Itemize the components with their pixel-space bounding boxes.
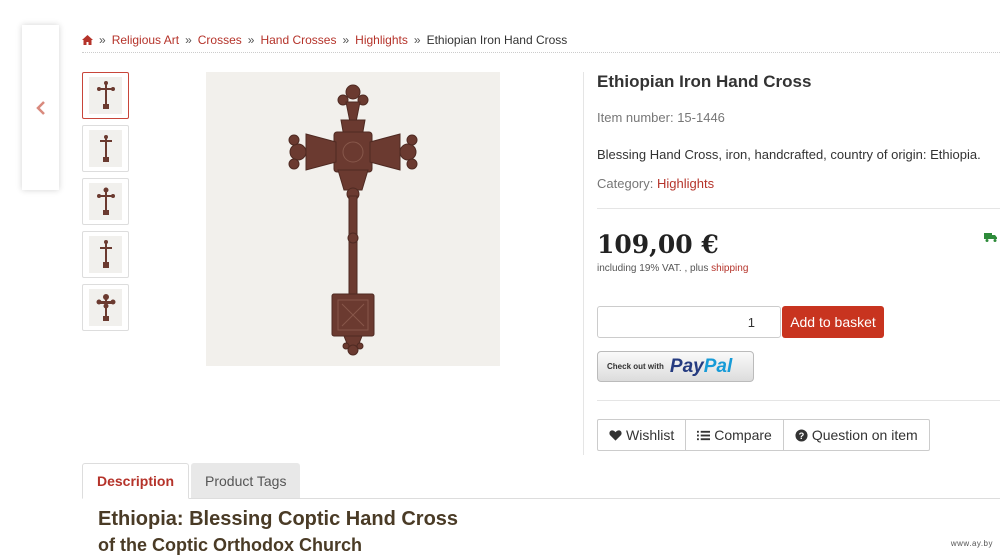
- vat-text: including 19% VAT. , plus: [597, 263, 712, 274]
- product-main-image[interactable]: [206, 72, 500, 366]
- compare-button[interactable]: Compare: [686, 420, 784, 450]
- description-heading: Ethiopia: Blessing Coptic Hand Cross: [98, 508, 459, 530]
- product-info: Ethiopian Iron Hand Cross Item number: 1…: [597, 72, 1000, 274]
- quantity-input[interactable]: [597, 306, 781, 338]
- breadcrumb-separator: »: [413, 33, 421, 47]
- info-divider: [597, 208, 1000, 209]
- breadcrumb-current: Ethiopian Iron Hand Cross: [426, 33, 568, 47]
- home-icon[interactable]: [82, 35, 93, 45]
- description-subheading: of the Coptic Orthodox Church: [98, 535, 362, 555]
- thumbnail-1[interactable]: [82, 72, 129, 119]
- tab-product-tags[interactable]: Product Tags: [191, 463, 301, 499]
- thumbnail-3[interactable]: [82, 178, 129, 225]
- question-icon: ?: [795, 428, 808, 442]
- compare-label: Compare: [714, 427, 772, 443]
- question-on-item-button[interactable]: ? Question on item: [784, 420, 929, 450]
- category: Category: Highlights: [597, 176, 1000, 191]
- tab-description[interactable]: Description: [82, 463, 190, 499]
- question-label: Question on item: [811, 427, 918, 443]
- thumbnail-list: [82, 72, 129, 337]
- hand-cross-image: [288, 84, 418, 356]
- wishlist-label: Wishlist: [626, 427, 675, 443]
- truck-icon: [984, 233, 997, 242]
- thumbnail-2[interactable]: [82, 125, 129, 172]
- add-to-basket-button[interactable]: Add to basket: [782, 306, 884, 338]
- chevron-left-icon: [35, 100, 45, 115]
- paypal-checkout-button[interactable]: Check out with PayPal: [597, 351, 754, 382]
- short-description: Blessing Hand Cross, iron, handcrafted, …: [597, 147, 981, 162]
- product-title: Ethiopian Iron Hand Cross: [597, 72, 812, 91]
- thumbnail-5[interactable]: [82, 284, 129, 331]
- product-price: 109,00 €: [597, 230, 719, 259]
- wishlist-button[interactable]: Wishlist: [598, 420, 687, 450]
- breadcrumb-separator: »: [247, 33, 255, 47]
- purchase-row: Add to basket: [597, 306, 884, 338]
- thumbnail-4[interactable]: [82, 231, 129, 278]
- breadcrumb-crosses[interactable]: Crosses: [198, 33, 242, 47]
- product-actions: Wishlist Compare ? Question on item: [597, 419, 930, 451]
- breadcrumb-separator: »: [99, 33, 106, 47]
- svg-text:?: ?: [798, 430, 804, 440]
- prev-product-tab[interactable]: [22, 25, 59, 190]
- paypal-prefix: Check out with: [607, 362, 664, 371]
- category-label: Category:: [597, 176, 657, 191]
- breadcrumb-divider: [82, 52, 1000, 53]
- breadcrumb-hand-crosses[interactable]: Hand Crosses: [260, 33, 336, 47]
- breadcrumb-separator: »: [185, 33, 192, 47]
- column-divider: [583, 72, 584, 455]
- item-number: Item number: 15-1446: [597, 110, 725, 125]
- breadcrumb: » Religious Art » Crosses » Hand Crosses…: [82, 33, 567, 47]
- breadcrumb-separator: »: [342, 33, 350, 47]
- category-link[interactable]: Highlights: [657, 176, 714, 191]
- compare-icon: [697, 429, 711, 441]
- tabs-divider: [82, 498, 1000, 499]
- breadcrumb-religious-art[interactable]: Religious Art: [112, 33, 179, 47]
- vat-note: including 19% VAT. , plus shipping: [597, 263, 1000, 274]
- paypal-logo: PayPal: [669, 355, 733, 377]
- actions-divider: [597, 400, 1000, 401]
- breadcrumb-highlights[interactable]: Highlights: [355, 33, 408, 47]
- product-tabs: Description Product Tags: [82, 463, 301, 499]
- watermark: www.ay.by: [950, 539, 993, 548]
- heart-icon: [609, 429, 622, 441]
- shipping-link[interactable]: shipping: [711, 263, 748, 274]
